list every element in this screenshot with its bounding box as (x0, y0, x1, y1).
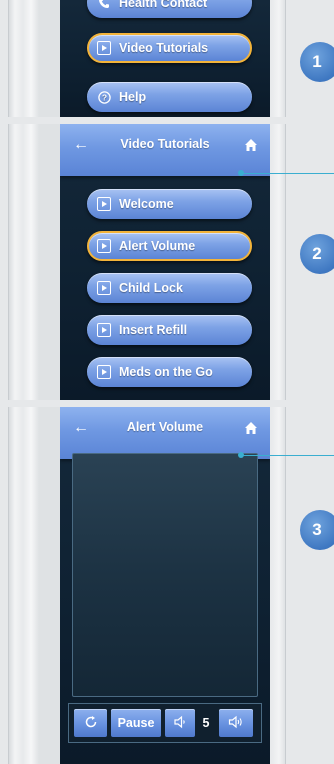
help-label: Help (119, 90, 147, 104)
header-bar: ← Video Tutorials (60, 124, 270, 176)
replay-icon (84, 715, 98, 732)
health-contact-label: Health Contact (119, 0, 208, 10)
step-number-1: 1 (312, 52, 322, 71)
screen-panel-3: ← Alert Volume Pause 5 (60, 407, 270, 764)
volume-value: 5 (202, 716, 210, 730)
screen-panel-2: ← Video Tutorials Welcome Alert Volume C… (60, 124, 270, 400)
leader-line-3 (241, 455, 334, 456)
video-control-bar: Pause 5 (68, 703, 262, 743)
alert-volume-label: Alert Volume (119, 239, 196, 253)
alert-volume-button[interactable]: Alert Volume (87, 231, 252, 261)
meds-on-the-go-button[interactable]: Meds on the Go (87, 357, 252, 387)
video-tutorials-button[interactable]: Video Tutorials (87, 33, 252, 63)
page-title: Video Tutorials (120, 137, 210, 151)
phone-icon (97, 0, 111, 10)
play-icon (97, 281, 111, 295)
volume-down-icon (173, 715, 187, 732)
play-icon (97, 323, 111, 337)
pause-label: Pause (117, 716, 155, 730)
volume-level: 5 (197, 709, 215, 737)
volume-up-button[interactable] (219, 709, 253, 737)
video-tutorials-label: Video Tutorials (119, 41, 209, 55)
step-number-2: 2 (312, 244, 322, 263)
child-lock-button[interactable]: Child Lock (87, 273, 252, 303)
screen-panel-1: Health Contact Video Tutorials ? Help (60, 0, 270, 117)
video-player[interactable] (72, 453, 258, 697)
play-icon (97, 365, 111, 379)
home-icon[interactable] (244, 138, 258, 152)
step-badge-3: 3 (300, 510, 334, 550)
play-icon (97, 41, 111, 55)
welcome-label: Welcome (119, 197, 174, 211)
help-icon: ? (97, 90, 111, 104)
volume-down-button[interactable] (165, 709, 195, 737)
svg-text:?: ? (101, 92, 106, 102)
insert-refill-label: Insert Refill (119, 323, 188, 337)
child-lock-label: Child Lock (119, 281, 183, 295)
volume-up-icon (228, 715, 244, 732)
leader-line-2 (241, 173, 334, 174)
insert-refill-button[interactable]: Insert Refill (87, 315, 252, 345)
help-button[interactable]: ? Help (87, 82, 252, 112)
play-icon (97, 239, 111, 253)
step-badge-1: 1 (300, 42, 334, 82)
welcome-button[interactable]: Welcome (87, 189, 252, 219)
header-bar: ← Alert Volume (60, 407, 270, 459)
back-arrow-icon[interactable]: ← (72, 419, 90, 437)
step-number-3: 3 (312, 520, 322, 539)
pause-button[interactable]: Pause (111, 709, 161, 737)
health-contact-button[interactable]: Health Contact (87, 0, 252, 18)
step-badge-2: 2 (300, 234, 334, 274)
back-arrow-icon[interactable]: ← (72, 136, 90, 154)
page-title: Alert Volume (126, 420, 204, 434)
meds-on-the-go-label: Meds on the Go (119, 365, 213, 379)
home-icon[interactable] (244, 421, 258, 435)
replay-button[interactable] (74, 709, 107, 737)
play-icon (97, 197, 111, 211)
